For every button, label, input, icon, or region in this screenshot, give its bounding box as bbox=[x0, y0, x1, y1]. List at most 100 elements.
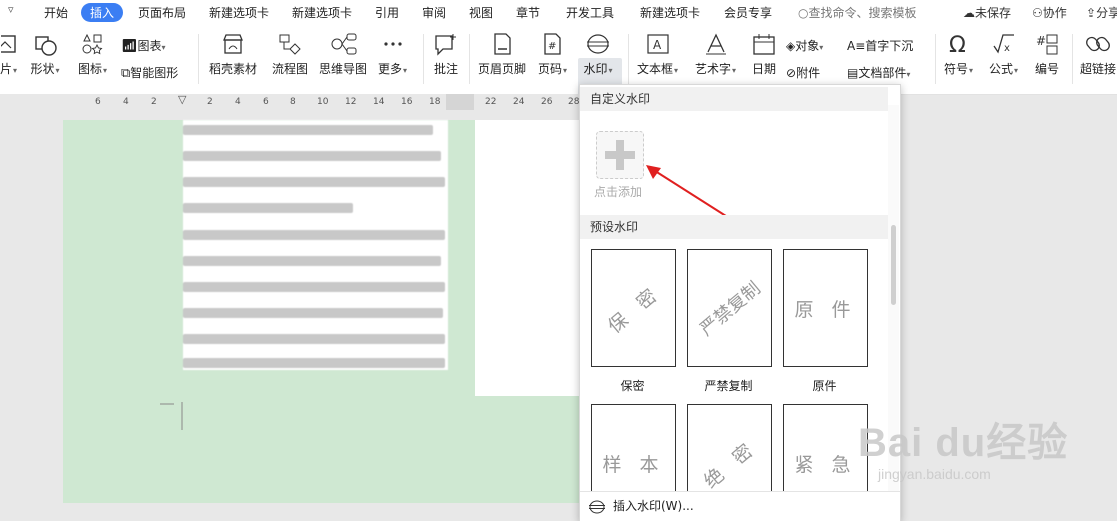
tab-review[interactable]: 审阅 bbox=[422, 4, 446, 21]
object-icon: ◈ bbox=[786, 39, 796, 53]
svg-text:Ω: Ω bbox=[949, 33, 966, 56]
tab-new-3[interactable]: 新建选项卡 bbox=[640, 4, 700, 21]
flowchart-icon bbox=[279, 34, 301, 55]
page-number-button[interactable]: # 页码▾ bbox=[538, 32, 567, 77]
numbering-icon: # bbox=[1036, 34, 1058, 55]
share-button[interactable]: ⇪分享 bbox=[1086, 4, 1117, 21]
preset-watermark-card[interactable]: 保 密 bbox=[591, 249, 676, 367]
shape-button[interactable]: 形状▾ bbox=[30, 32, 60, 77]
watermark-icon bbox=[587, 34, 609, 54]
search-input: 查找命令、搜索模板 bbox=[808, 6, 917, 20]
symbol-button[interactable]: Ω 符号▾ bbox=[944, 32, 973, 77]
dropcap-button[interactable]: A≡首字下沉 bbox=[847, 37, 913, 54]
horizontal-ruler[interactable]: 6 4 2 ▽ 2 4 6 8 10 12 14 16 18 22 24 26 … bbox=[0, 93, 580, 111]
insert-watermark-menu-item[interactable]: 插入水印(W)... bbox=[580, 491, 900, 521]
dropcap-icon: A≡ bbox=[847, 39, 866, 53]
doc-parts-button[interactable]: ▤文档部件▾ bbox=[847, 64, 910, 81]
bar-chart-icon: 📶︎ bbox=[121, 39, 138, 54]
shape-icon bbox=[35, 36, 57, 56]
document-page-right bbox=[475, 120, 580, 396]
tab-references[interactable]: 引用 bbox=[375, 4, 399, 21]
search-box[interactable]: ○查找命令、搜索模板 bbox=[798, 4, 917, 21]
link-icon bbox=[1086, 36, 1110, 52]
material-button[interactable]: 稻壳素材 bbox=[209, 32, 257, 77]
wordart-icon bbox=[705, 33, 726, 55]
formula-button[interactable]: x 公式▾ bbox=[989, 32, 1018, 77]
icon-button[interactable]: 图标▾ bbox=[78, 32, 107, 77]
tab-view[interactable]: 视图 bbox=[469, 4, 493, 21]
store-icon bbox=[223, 34, 243, 54]
watermark-button[interactable]: 水印▾ bbox=[583, 32, 613, 77]
unsaved-status[interactable]: ☁未保存 bbox=[963, 4, 1011, 21]
svg-text:A: A bbox=[653, 38, 662, 52]
indent-marker-icon[interactable]: ▽ bbox=[178, 93, 186, 106]
watermark-icon bbox=[589, 500, 605, 514]
tab-insert[interactable]: 插入 bbox=[81, 3, 124, 22]
attachment-button[interactable]: ⊘附件 bbox=[786, 64, 820, 81]
preset-watermark-card[interactable]: 原 件 bbox=[783, 249, 868, 367]
smart-shape-button[interactable]: ⧉智能图形 bbox=[121, 64, 178, 81]
chart-button[interactable]: 📶︎图表▾ bbox=[121, 37, 166, 54]
ribbon-separator bbox=[423, 34, 424, 84]
mindmap-button[interactable]: 思维导图 bbox=[319, 32, 367, 77]
numbering-button[interactable]: # 编号 bbox=[1034, 32, 1060, 77]
search-icon: ○ bbox=[798, 6, 809, 20]
chevron-down-icon[interactable]: ▿ bbox=[8, 3, 14, 16]
comment-button[interactable]: 批注 bbox=[433, 32, 459, 77]
svg-text:#: # bbox=[1036, 34, 1046, 48]
preset-watermark-card[interactable]: 严禁复制 bbox=[687, 249, 772, 367]
site-watermark: Bai du经验 jingyan.baidu.com bbox=[858, 390, 1108, 500]
picture-button[interactable]: 片▾ bbox=[0, 32, 17, 77]
text-cursor-icon bbox=[160, 402, 183, 430]
ribbon-separator bbox=[198, 34, 199, 84]
ribbon-separator bbox=[628, 34, 629, 84]
textbox-icon: A bbox=[646, 34, 669, 54]
picture-icon bbox=[0, 35, 16, 53]
user-icon: ⚇ bbox=[1032, 6, 1043, 20]
baidu-logo: Bai du经验 bbox=[858, 421, 1069, 465]
calendar-icon bbox=[753, 34, 775, 55]
ribbon-separator bbox=[469, 34, 470, 84]
textbox-button[interactable]: A 文本框▾ bbox=[637, 32, 678, 77]
header-footer-button[interactable]: 页眉页脚 bbox=[478, 32, 526, 77]
date-button[interactable]: 日期 bbox=[751, 32, 777, 77]
tab-page-layout[interactable]: 页面布局 bbox=[138, 4, 186, 21]
smart-shape-icon: ⧉ bbox=[121, 66, 131, 81]
blurred-text-block bbox=[183, 120, 448, 370]
add-custom-watermark-label[interactable]: 点击添加 bbox=[594, 183, 642, 200]
icon-library-icon bbox=[82, 33, 103, 55]
tab-developer[interactable]: 开发工具 bbox=[566, 4, 614, 21]
more-dots-icon bbox=[383, 42, 402, 46]
watermark-dropdown: 自定义水印 点击添加 预设水印 保 密 严禁复制 原 件 保密 严禁复制 原件 … bbox=[579, 84, 901, 521]
tab-section[interactable]: 章节 bbox=[516, 4, 540, 21]
doc-parts-icon: ▤ bbox=[847, 66, 859, 80]
object-button[interactable]: ◈对象▾ bbox=[786, 37, 823, 54]
wordart-button[interactable]: 艺术字▾ bbox=[695, 32, 736, 77]
custom-watermark-header: 自定义水印 bbox=[580, 87, 888, 111]
preset-watermark-label: 保密 bbox=[620, 379, 645, 393]
tab-home[interactable]: 开始 bbox=[44, 4, 68, 21]
more-button[interactable]: 更多▾ bbox=[378, 32, 407, 77]
comment-icon bbox=[435, 34, 456, 56]
watermark-url: jingyan.baidu.com bbox=[878, 466, 991, 482]
tab-member[interactable]: 会员专享 bbox=[724, 4, 772, 21]
add-custom-watermark-button[interactable] bbox=[596, 131, 644, 179]
ribbon-separator bbox=[935, 34, 936, 84]
tab-new-2[interactable]: 新建选项卡 bbox=[292, 4, 352, 21]
flowchart-button[interactable]: 流程图 bbox=[272, 32, 308, 77]
preset-watermark-label: 原件 bbox=[812, 379, 837, 393]
hyperlink-button[interactable]: 超链接 bbox=[1080, 32, 1116, 77]
preset-watermark-header: 预设水印 bbox=[580, 215, 888, 239]
mindmap-icon bbox=[331, 33, 357, 55]
share-icon: ⇪ bbox=[1086, 6, 1097, 20]
menu-bar: ▿ 开始 插入 页面布局 新建选项卡 新建选项卡 引用 审阅 视图 章节 开发工… bbox=[0, 0, 1117, 26]
formula-icon: x bbox=[992, 34, 1014, 54]
scrollbar-thumb[interactable] bbox=[891, 225, 896, 305]
ribbon-separator bbox=[1072, 34, 1073, 84]
ruler-margin-marker[interactable] bbox=[446, 94, 474, 110]
collaborate-button[interactable]: ⚇协作 bbox=[1032, 4, 1067, 21]
page-number-icon: # bbox=[543, 33, 561, 55]
tab-new-1[interactable]: 新建选项卡 bbox=[209, 4, 269, 21]
paperclip-icon: ⊘ bbox=[786, 66, 797, 80]
omega-icon: Ω bbox=[949, 33, 966, 56]
